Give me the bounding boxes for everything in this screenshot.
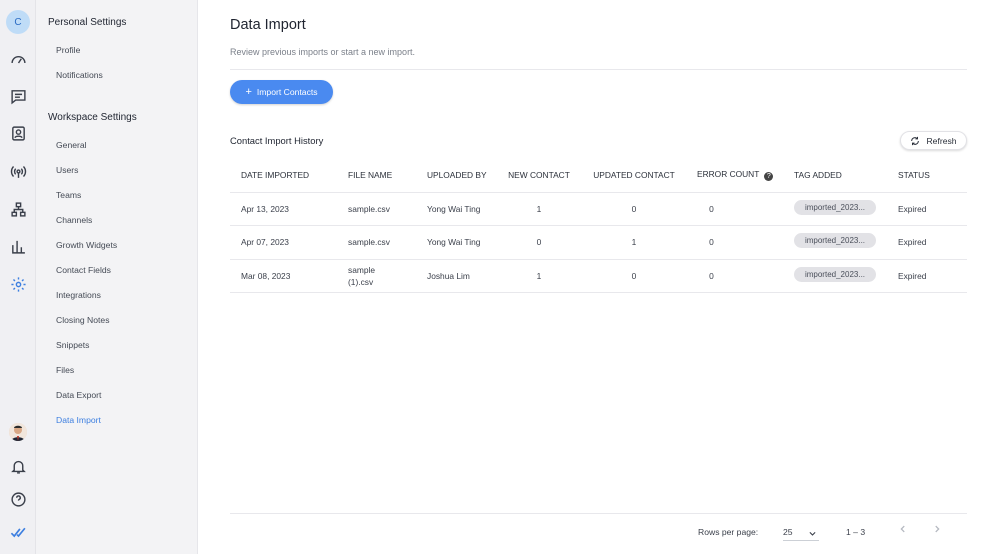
cell-date: Mar 08, 2023 bbox=[230, 259, 337, 293]
cell-updated-contact: 0 bbox=[582, 259, 686, 293]
chevron-right-icon bbox=[935, 525, 940, 533]
import-history-title: Contact Import History bbox=[230, 135, 324, 146]
reports-icon[interactable] bbox=[0, 232, 36, 260]
cell-new-contact: 0 bbox=[496, 225, 582, 260]
next-page-button[interactable] bbox=[932, 524, 946, 538]
cell-status: Expired bbox=[887, 225, 967, 260]
contacts-icon[interactable] bbox=[0, 119, 36, 147]
chevron-left-icon bbox=[900, 525, 905, 533]
rows-per-page-label: Rows per page: bbox=[698, 527, 759, 537]
cell-file-name: sample.csv bbox=[337, 192, 416, 226]
personal-settings-heading: Personal Settings bbox=[48, 17, 127, 28]
refresh-button[interactable]: Refresh bbox=[900, 131, 967, 150]
import-contacts-label: Import Contacts bbox=[256, 87, 318, 97]
plus-icon: + bbox=[245, 85, 252, 98]
header-divider bbox=[230, 69, 967, 70]
cell-tag: imported_2023... bbox=[783, 259, 887, 293]
table-row[interactable]: Apr 07, 2023 sample.csv Yong Wai Ting 0 … bbox=[230, 225, 967, 260]
cell-status: Expired bbox=[887, 259, 967, 293]
page-description: Review previous imports or start a new i… bbox=[230, 47, 416, 57]
sidebar-item-users[interactable]: Users bbox=[56, 165, 78, 175]
import-contacts-button[interactable]: + Import Contacts bbox=[230, 80, 333, 104]
column-header-updated-contact[interactable]: UPDATED CONTACT bbox=[582, 159, 686, 193]
cell-new-contact: 1 bbox=[496, 192, 582, 226]
help-icon[interactable] bbox=[0, 485, 36, 513]
cell-date: Apr 13, 2023 bbox=[230, 192, 337, 226]
column-header-new-contact[interactable]: NEW CONTACT bbox=[496, 159, 582, 193]
column-header-file-name[interactable]: FILE NAME bbox=[337, 159, 416, 193]
previous-page-button[interactable] bbox=[898, 524, 912, 538]
sidebar-item-integrations[interactable]: Integrations bbox=[56, 290, 101, 300]
cell-uploaded-by: Yong Wai Ting bbox=[416, 225, 496, 260]
table-header-row: DATE IMPORTED FILE NAME UPLOADED BY NEW … bbox=[230, 159, 967, 193]
cell-error-count: 0 bbox=[686, 259, 783, 293]
cell-tag: imported_2023... bbox=[783, 225, 887, 260]
cell-uploaded-by: Joshua Lim bbox=[416, 259, 496, 293]
user-avatar[interactable] bbox=[9, 423, 27, 441]
messages-icon[interactable] bbox=[0, 82, 36, 110]
cell-error-count: 0 bbox=[686, 225, 783, 260]
sidebar-item-general[interactable]: General bbox=[56, 140, 87, 150]
settings-icon[interactable] bbox=[0, 270, 36, 298]
table-row[interactable]: Apr 13, 2023 sample.csv Yong Wai Ting 1 … bbox=[230, 192, 967, 226]
column-header-tag-added[interactable]: TAG ADDED bbox=[783, 159, 887, 193]
settings-sidebar: Personal Settings Profile Notifications … bbox=[36, 0, 198, 554]
brand-check-icon[interactable] bbox=[0, 518, 36, 546]
sidebar-item-contact-fields[interactable]: Contact Fields bbox=[56, 265, 111, 275]
sidebar-item-snippets[interactable]: Snippets bbox=[56, 340, 89, 350]
error-count-label: ERROR COUNT bbox=[697, 169, 760, 180]
sidebar-item-channels[interactable]: Channels bbox=[56, 215, 92, 225]
main-content: Data Import Review previous imports or s… bbox=[198, 0, 1000, 554]
tag-chip[interactable]: imported_2023... bbox=[794, 199, 876, 215]
workflows-icon[interactable] bbox=[0, 195, 36, 223]
sidebar-item-growth-widgets[interactable]: Growth Widgets bbox=[56, 240, 117, 250]
sidebar-item-data-import[interactable]: Data Import bbox=[56, 415, 101, 425]
cell-file-name: sample.csv bbox=[337, 225, 416, 260]
column-header-uploaded-by[interactable]: UPLOADED BY bbox=[416, 159, 496, 193]
cell-status: Expired bbox=[887, 192, 967, 226]
sidebar-item-data-export[interactable]: Data Export bbox=[56, 390, 101, 400]
workspace-avatar[interactable]: C bbox=[6, 10, 30, 34]
rows-per-page-value: 25 bbox=[783, 527, 793, 537]
column-header-error-count[interactable]: ERROR COUNT? bbox=[686, 159, 783, 193]
sidebar-item-profile[interactable]: Profile bbox=[56, 45, 80, 55]
table-pagination: Rows per page: 25 1 – 3 bbox=[230, 513, 967, 554]
column-header-date[interactable]: DATE IMPORTED bbox=[230, 159, 337, 193]
column-header-status[interactable]: STATUS bbox=[887, 159, 967, 193]
sidebar-item-files[interactable]: Files bbox=[56, 365, 74, 375]
tag-chip[interactable]: imported_2023... bbox=[794, 233, 876, 249]
question-icon[interactable]: ? bbox=[764, 172, 774, 182]
cell-updated-contact: 1 bbox=[582, 225, 686, 260]
refresh-label: Refresh bbox=[926, 135, 957, 146]
cell-error-count: 0 bbox=[686, 192, 783, 226]
rows-per-page-select[interactable]: 25 bbox=[783, 524, 819, 541]
workspace-settings-heading: Workspace Settings bbox=[48, 112, 137, 123]
refresh-icon bbox=[911, 136, 920, 145]
broadcast-icon[interactable] bbox=[0, 157, 36, 185]
cell-date: Apr 07, 2023 bbox=[230, 225, 337, 260]
bell-icon[interactable] bbox=[0, 452, 36, 480]
sidebar-item-notifications[interactable]: Notifications bbox=[56, 70, 103, 80]
page-range: 1 – 3 bbox=[846, 527, 866, 537]
cell-uploaded-by: Yong Wai Ting bbox=[416, 192, 496, 226]
chevron-down-icon bbox=[809, 531, 816, 536]
tag-chip[interactable]: imported_2023... bbox=[794, 266, 876, 282]
cell-updated-contact: 0 bbox=[582, 192, 686, 226]
table-row[interactable]: Mar 08, 2023 sample (1).csv Joshua Lim 1… bbox=[230, 259, 967, 293]
import-history-table: DATE IMPORTED FILE NAME UPLOADED BY NEW … bbox=[230, 159, 967, 293]
cell-file-name: sample (1).csv bbox=[337, 259, 416, 293]
page-title: Data Import bbox=[230, 17, 306, 33]
dashboard-icon[interactable] bbox=[0, 45, 36, 73]
workspace-initial: C bbox=[14, 16, 22, 28]
cell-new-contact: 1 bbox=[496, 259, 582, 293]
sidebar-item-teams[interactable]: Teams bbox=[56, 190, 81, 200]
cell-tag: imported_2023... bbox=[783, 192, 887, 226]
icon-rail: C bbox=[0, 0, 36, 554]
sidebar-item-closing-notes[interactable]: Closing Notes bbox=[56, 315, 110, 325]
